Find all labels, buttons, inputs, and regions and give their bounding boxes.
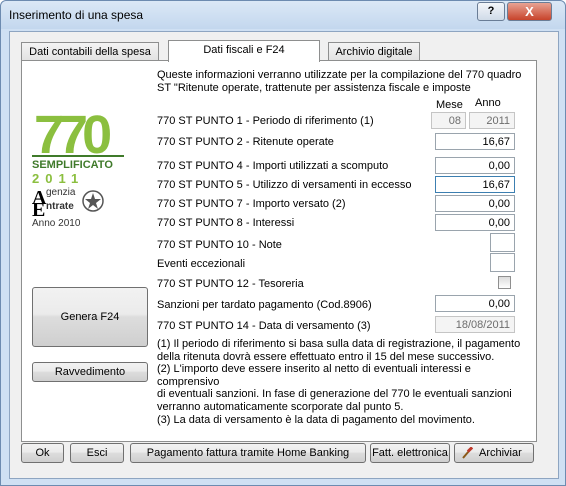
title-bar: Inserimento di una spesa ? X [1,1,565,29]
column-mese: Mese [436,99,463,111]
esci-button[interactable]: Esci [70,443,124,463]
logo-semplificato: SEMPLIFICATO [32,159,113,171]
column-anno: Anno [475,97,501,109]
punto2-field[interactable]: 16,67 [435,133,515,150]
fatt-elettronica-button[interactable]: Fatt. elettronica [370,443,450,463]
logo-entrate: ntrate [46,201,74,212]
ok-button[interactable]: Ok [21,443,64,463]
logo-anno: Anno 2010 [32,218,81,229]
punto8-field[interactable]: 0,00 [435,214,515,231]
dialog-client: Dati contabili della spesa Dati fiscali … [9,31,559,479]
tab-dati-fiscali[interactable]: Dati fiscali e F24 [168,40,320,62]
logo-agenzia: genzia [46,187,76,198]
punto12-label: 770 ST PUNTO 12 - Tesoreria [157,278,304,290]
punto8-label: 770 ST PUNTO 8 - Interessi [157,217,295,229]
intro-line-2: ST "Ritenute operate, trattenute per ass… [157,82,471,94]
close-button[interactable]: X [507,2,552,21]
sanzioni-label: Sanzioni per tardato pagamento (Cod.8906… [157,299,372,311]
pagamento-home-banking-button[interactable]: Pagamento fattura tramite Home Banking [130,443,366,463]
note-2a: (2) L'importo deve essere inserito al ne… [157,363,471,388]
punto1-label: 770 ST PUNTO 1 - Periodo di riferimento … [157,115,374,127]
tab-archivio-digitale[interactable]: Archivio digitale [328,42,420,61]
punto5-label: 770 ST PUNTO 5 - Utilizzo di versamenti … [157,179,412,191]
genera-f24-button[interactable]: Genera F24 [32,287,148,347]
ravvedimento-button[interactable]: Ravvedimento [32,362,148,382]
punto4-field[interactable]: 0,00 [435,157,515,174]
punto14-date-field[interactable]: 18/08/2011 [435,316,515,333]
intro-line-1: Queste informazioni verranno utilizzate … [157,69,522,81]
tab-dati-contabili[interactable]: Dati contabili della spesa [21,42,159,61]
note-1a: (1) Il periodo di riferimento si basa su… [157,338,521,350]
punto12-checkbox[interactable] [498,276,511,289]
hammer-icon [462,447,473,459]
archiviar-button[interactable]: Archiviar [454,443,534,463]
punto2-label: 770 ST PUNTO 2 - Ritenute operate [157,136,334,148]
punto10-field[interactable] [490,233,515,252]
note-2b: di eventuali sanzioni. In fase di genera… [157,388,512,401]
punto7-field[interactable]: 0,00 [435,195,515,212]
note-1b: della ritenuta dovrà essere effettuato e… [157,350,495,363]
punto1-mese-field[interactable]: 08 [431,112,466,129]
punto14-label: 770 ST PUNTO 14 - Data di versamento (3) [157,320,371,332]
eventi-label: Eventi eccezionali [157,258,246,270]
dialog-window: Inserimento di una spesa ? X Dati contab… [0,0,566,486]
logo-year: 2011 [32,171,85,186]
punto1-anno-field[interactable]: 2011 [469,112,515,129]
archiviar-label: Archiviar [479,447,522,459]
note-2c: verranno automaticamente scorporate dal … [157,400,404,413]
window-title: Inserimento di una spesa [9,8,144,22]
help-button[interactable]: ? [477,2,505,21]
punto4-label: 770 ST PUNTO 4 - Importi utilizzati a sc… [157,160,389,172]
tab-panel: 770 SEMPLIFICATO 2011 A genzia E ntrate … [21,60,537,442]
eventi-field[interactable] [490,253,515,272]
770-logo: 770 SEMPLIFICATO 2011 A genzia E ntrate … [32,95,132,235]
punto7-label: 770 ST PUNTO 7 - Importo versato (2) [157,198,346,210]
punto10-label: 770 ST PUNTO 10 - Note [157,239,282,251]
emblem-icon [82,190,104,212]
punto5-field[interactable]: 16,67 [435,176,515,193]
sanzioni-field[interactable]: 0,00 [435,295,515,312]
note-3: (3) La data di versamento è la data di p… [157,413,475,426]
footnotes: (1) Il periodo di riferimento si basa su… [157,338,527,426]
